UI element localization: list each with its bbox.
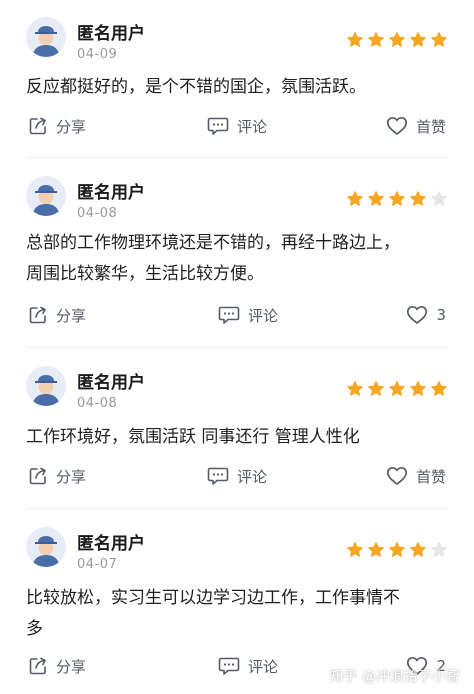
- rating-stars: [346, 380, 448, 398]
- review-content-line: 多: [26, 619, 43, 639]
- review-content: 比较放松，实习生可以边学习边工作，工作事情不 多: [26, 583, 448, 645]
- share-button[interactable]: 分享: [28, 462, 86, 490]
- heart-icon: [386, 466, 408, 485]
- rating-stars: [346, 541, 448, 559]
- share-label: 分享: [56, 657, 87, 676]
- comment-icon: [207, 117, 229, 135]
- star-filled-icon: [347, 542, 363, 557]
- star-filled-icon: [431, 32, 447, 47]
- share-label: 分享: [56, 467, 87, 486]
- star-filled-icon: [368, 32, 384, 47]
- comment-icon: [207, 467, 229, 485]
- star-filled-icon: [389, 191, 405, 206]
- watermark: 知乎 @冲浪拾子小智: [329, 669, 460, 685]
- like-button[interactable]: 首赞: [386, 462, 446, 490]
- share-icon: [29, 306, 46, 324]
- share-button[interactable]: 分享: [28, 652, 86, 680]
- divider: [26, 508, 448, 509]
- share-button[interactable]: 分享: [28, 112, 86, 140]
- like-label: 首赞: [415, 117, 446, 136]
- comment-label: 评论: [237, 117, 268, 136]
- star-filled-icon: [347, 381, 363, 396]
- star-filled-icon: [389, 32, 405, 47]
- username: 匿名用户: [77, 534, 145, 554]
- username: 匿名用户: [77, 183, 145, 203]
- action-bar: 分享 评论 3: [0, 301, 474, 329]
- anonymous-avatar-icon: [26, 176, 66, 216]
- review-date: 04-09: [77, 47, 118, 62]
- comment-icon: [218, 657, 240, 675]
- star-filled-icon: [410, 32, 426, 47]
- star-filled-icon: [410, 542, 426, 557]
- like-label: 首赞: [415, 467, 446, 486]
- star-filled-icon: [410, 381, 426, 396]
- avatar[interactable]: [26, 17, 66, 57]
- review-date: 04-08: [77, 206, 118, 221]
- review-date: 04-08: [77, 396, 118, 411]
- comment-button[interactable]: 评论: [218, 652, 278, 680]
- star-empty-icon: [431, 191, 447, 206]
- comment-button[interactable]: 评论: [207, 112, 267, 140]
- review-content-line: 反应都挺好的，是个不错的国企，氛围活跃。: [26, 77, 366, 97]
- heart-icon: [407, 305, 428, 324]
- heart-icon: [386, 116, 408, 135]
- rating-stars: [346, 31, 448, 49]
- username: 匿名用户: [77, 24, 145, 44]
- review-content: 总部的工作物理环境还是不错的，再经十路边上， 周围比较繁华，生活比较方便。: [26, 228, 448, 290]
- star-filled-icon: [389, 542, 405, 557]
- star-filled-icon: [368, 381, 384, 396]
- star-filled-icon: [368, 191, 384, 206]
- username: 匿名用户: [77, 373, 145, 393]
- review-content-line: 工作环境好，氛围活跃 同事还行 管理人性化: [26, 427, 360, 447]
- like-button[interactable]: 首赞: [386, 112, 446, 140]
- star-filled-icon: [347, 32, 363, 47]
- share-icon: [29, 467, 46, 485]
- star-filled-icon: [368, 542, 384, 557]
- review-content: 反应都挺好的，是个不错的国企，氛围活跃。: [26, 72, 448, 103]
- anonymous-avatar-icon: [26, 17, 66, 57]
- divider: [26, 347, 448, 348]
- star-filled-icon: [431, 381, 447, 396]
- share-label: 分享: [56, 117, 87, 136]
- star-filled-icon: [347, 191, 363, 206]
- comment-label: 评论: [237, 467, 268, 486]
- share-icon: [29, 657, 46, 675]
- review-content-line: 总部的工作物理环境还是不错的，再经十路边上，: [26, 233, 400, 253]
- rating-stars: [346, 190, 448, 208]
- review-date: 04-07: [77, 557, 118, 572]
- star-filled-icon: [389, 381, 405, 396]
- like-button[interactable]: 3: [406, 301, 446, 329]
- anonymous-avatar-icon: [26, 527, 66, 567]
- anonymous-avatar-icon: [26, 366, 66, 406]
- share-label: 分享: [56, 306, 87, 325]
- action-bar: 分享 评论 首赞: [0, 462, 474, 490]
- comment-icon: [218, 306, 240, 324]
- like-count: 3: [436, 306, 446, 324]
- avatar[interactable]: [26, 176, 66, 216]
- star-filled-icon: [410, 191, 426, 206]
- divider: [26, 157, 448, 158]
- star-empty-icon: [431, 542, 447, 557]
- review-content-line: 比较放松，实习生可以边学习边工作，工作事情不: [26, 588, 400, 608]
- review-content-line: 周围比较繁华，生活比较方便。: [26, 264, 264, 284]
- avatar[interactable]: [26, 366, 66, 406]
- share-icon: [29, 117, 46, 135]
- comment-label: 评论: [248, 657, 279, 676]
- comment-label: 评论: [248, 306, 279, 325]
- comment-button[interactable]: 评论: [207, 462, 267, 490]
- comment-button[interactable]: 评论: [218, 301, 278, 329]
- review-content: 工作环境好，氛围活跃 同事还行 管理人性化: [26, 422, 448, 453]
- action-bar: 分享 评论 首赞: [0, 112, 474, 140]
- review-feed: 匿名用户 04-09 反应都挺好的，是个不错的国企，氛围活跃。 分享 评论 首赞…: [0, 0, 474, 694]
- share-button[interactable]: 分享: [28, 301, 86, 329]
- avatar[interactable]: [26, 527, 66, 567]
